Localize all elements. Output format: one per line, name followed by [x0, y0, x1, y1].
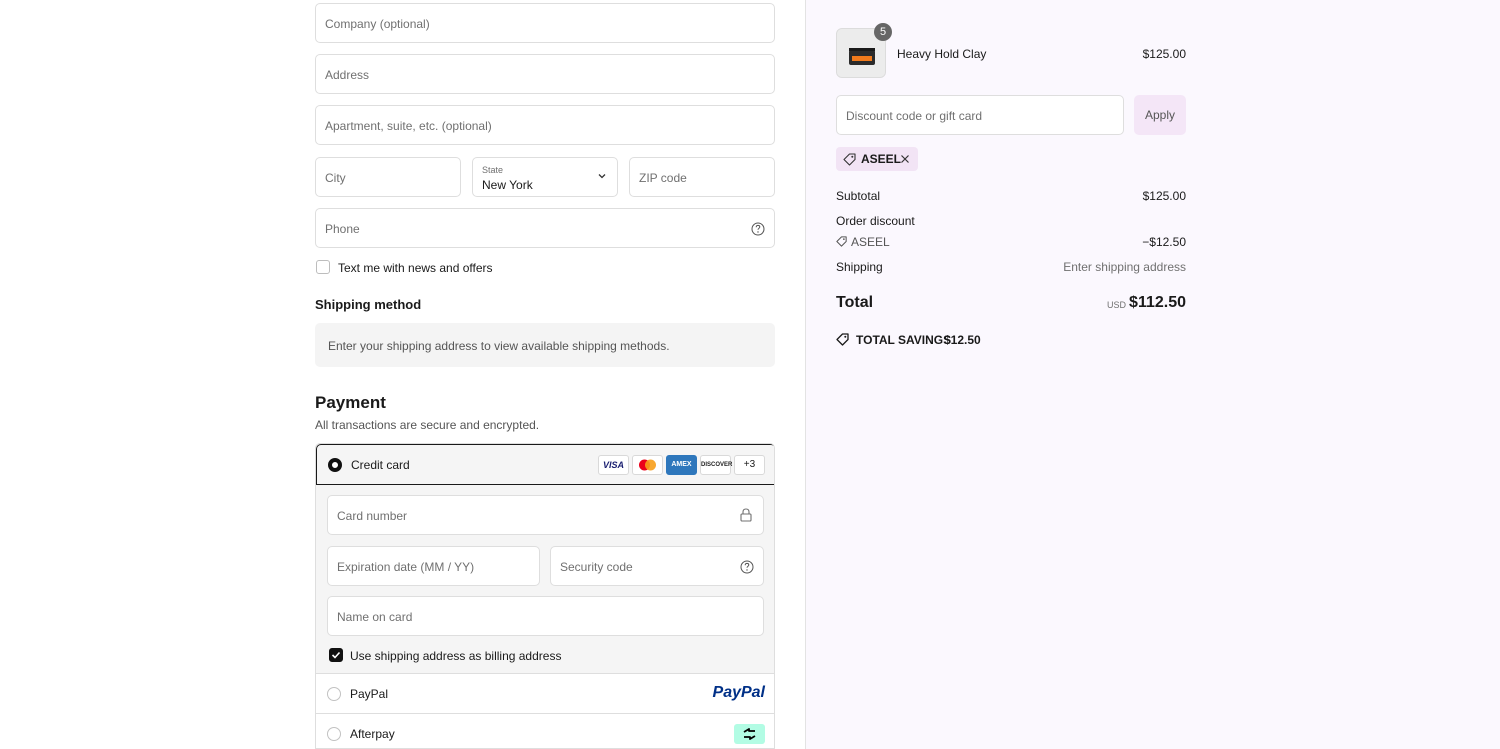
- city-placeholder: City: [325, 171, 346, 185]
- payment-subtitle: All transactions are secure and encrypte…: [315, 418, 540, 432]
- payment-title: Payment: [315, 393, 386, 412]
- discount-code-input[interactable]: Discount code or gift card: [836, 95, 1124, 135]
- tag-icon: [836, 333, 849, 346]
- shipping-method-message: Enter your shipping address to view avai…: [328, 339, 670, 353]
- security-code-placeholder: Security code: [560, 560, 633, 574]
- apartment-field[interactable]: Apartment, suite, etc. (optional): [315, 105, 775, 145]
- name-on-card-field[interactable]: Name on card: [327, 596, 764, 636]
- credit-card-option[interactable]: Credit card VISA AMEX DISCOVER +3: [316, 444, 774, 485]
- city-field[interactable]: City: [315, 157, 461, 197]
- applied-discount-chip: ASEEL: [836, 147, 918, 171]
- card-number-placeholder: Card number: [337, 509, 408, 523]
- total-savings-value: $12.50: [944, 333, 981, 347]
- order-discount-label: Order discount: [836, 214, 915, 228]
- paypal-logo: PayPal: [712, 684, 765, 701]
- billing-checkbox[interactable]: [329, 648, 343, 662]
- mastercard-icon: [632, 455, 663, 475]
- name-on-card-placeholder: Name on card: [337, 610, 413, 624]
- expiration-field[interactable]: Expiration date (MM / YY): [327, 546, 540, 586]
- state-select[interactable]: State New York: [472, 157, 618, 197]
- payment-methods: Credit card VISA AMEX DISCOVER +3 Card n…: [315, 443, 775, 749]
- product-quantity-badge: 5: [874, 23, 892, 41]
- checkout-form-column: Company (optional) Address Apartment, su…: [0, 0, 806, 749]
- help-icon[interactable]: [740, 560, 754, 574]
- billing-label: Use shipping address as billing address: [350, 649, 562, 663]
- discount-code-placeholder: Discount code or gift card: [846, 109, 983, 123]
- zip-field[interactable]: ZIP code: [629, 157, 775, 197]
- address-field[interactable]: Address: [315, 54, 775, 94]
- total-savings-label: TOTAL SAVINGS: [856, 333, 952, 347]
- credit-card-radio[interactable]: [328, 458, 342, 472]
- subtotal-value: $125.00: [1142, 189, 1186, 203]
- afterpay-label: Afterpay: [350, 727, 395, 741]
- total-value: $112.50: [1129, 294, 1186, 311]
- apply-button[interactable]: Apply: [1134, 95, 1186, 135]
- close-icon[interactable]: [900, 154, 910, 164]
- apartment-placeholder: Apartment, suite, etc. (optional): [325, 119, 492, 133]
- phone-field[interactable]: Phone: [315, 208, 775, 248]
- company-placeholder: Company (optional): [325, 17, 430, 31]
- more-cards-badge: +3: [734, 455, 765, 475]
- security-code-field[interactable]: Security code: [550, 546, 764, 586]
- shipping-method-box: Enter your shipping address to view avai…: [315, 323, 775, 367]
- zip-placeholder: ZIP code: [639, 171, 687, 185]
- sms-checkbox[interactable]: [316, 260, 330, 274]
- paypal-radio[interactable]: [327, 687, 341, 701]
- sms-label: Text me with news and offers: [338, 261, 493, 275]
- expiration-placeholder: Expiration date (MM / YY): [337, 560, 475, 574]
- shipping-label: Shipping: [836, 260, 883, 274]
- afterpay-option[interactable]: Afterpay: [316, 714, 774, 748]
- afterpay-radio[interactable]: [327, 727, 341, 741]
- credit-card-label: Credit card: [351, 458, 410, 472]
- lock-icon: [740, 508, 752, 522]
- amex-icon: AMEX: [666, 455, 697, 475]
- paypal-option[interactable]: PayPal PayPal: [316, 674, 774, 714]
- discount-value: −$12.50: [1142, 235, 1186, 249]
- phone-placeholder: Phone: [325, 222, 360, 236]
- product-price: $125.00: [1142, 47, 1186, 61]
- shipping-value: Enter shipping address: [1063, 260, 1186, 274]
- currency-label: USD: [1106, 300, 1126, 310]
- product-name: Heavy Hold Clay: [897, 47, 987, 61]
- checkmark-icon: [331, 651, 341, 659]
- credit-card-panel: Card number Expiration date (MM / YY) Se…: [316, 485, 774, 674]
- company-field[interactable]: Company (optional): [315, 3, 775, 43]
- address-placeholder: Address: [325, 68, 370, 82]
- tag-icon: [843, 153, 856, 166]
- card-number-field[interactable]: Card number: [327, 495, 764, 535]
- help-icon[interactable]: [751, 222, 765, 236]
- visa-icon: VISA: [598, 455, 629, 475]
- shipping-method-title: Shipping method: [315, 297, 422, 312]
- tag-icon: [836, 236, 847, 247]
- applied-code-label: ASEEL: [861, 152, 902, 166]
- paypal-label: PayPal: [350, 687, 389, 701]
- chevron-down-icon: [598, 174, 606, 179]
- discover-icon: DISCOVER: [700, 455, 732, 475]
- state-value: New York: [482, 178, 533, 192]
- state-label: State: [482, 165, 504, 175]
- discount-code-label: ASEEL: [851, 235, 890, 249]
- subtotal-label: Subtotal: [836, 189, 881, 203]
- afterpay-logo-icon: [734, 724, 765, 744]
- total-label: Total: [836, 294, 874, 311]
